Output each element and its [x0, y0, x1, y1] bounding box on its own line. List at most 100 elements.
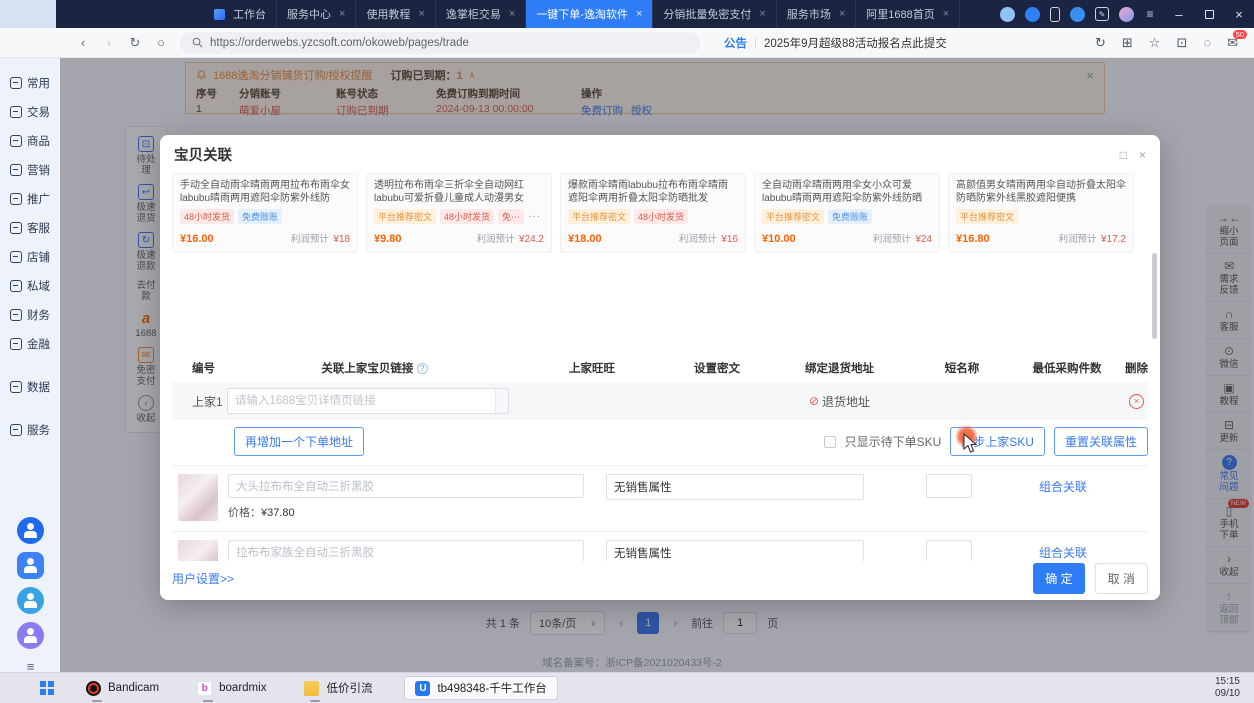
sidebar-item[interactable]: 店铺 — [0, 242, 60, 271]
sku-name-input[interactable] — [228, 474, 584, 498]
combo-association-link[interactable]: 组合关联 — [1039, 474, 1087, 531]
message-icon[interactable]: ✉50 — [1227, 35, 1238, 51]
tab-close-icon[interactable]: × — [418, 8, 424, 20]
minimize-button[interactable]: – — [1164, 0, 1194, 28]
delete-row-icon[interactable]: × — [1129, 394, 1144, 409]
product-card[interactable]: 全自动雨伞晴雨两用伞女小众可爱labubu晴雨两用遮阳伞防紫外线防晒 平台推荐密… — [754, 173, 940, 253]
sync-icon[interactable]: ↻ — [1095, 35, 1106, 51]
announcement[interactable]: 公告 2025年9月超级88活动报名点此提交 — [724, 35, 947, 51]
tab-close-icon[interactable]: × — [943, 8, 949, 20]
taskbar-app-label: Bandicam — [108, 682, 159, 694]
clock-icon[interactable]: ◌ — [1203, 35, 1211, 50]
supplier-link-input[interactable] — [228, 389, 495, 413]
back-icon[interactable]: ‹ — [70, 35, 96, 50]
add-address-button[interactable]: 再增加一个下单地址 — [234, 427, 364, 456]
tab-close-icon[interactable]: × — [759, 8, 765, 20]
browser-tab[interactable]: 逸掌柜交易 × — [436, 0, 526, 28]
sidebar-item[interactable]: 常用 — [0, 68, 60, 97]
confirm-button[interactable]: 确 定 — [1033, 563, 1084, 594]
filter-sku-checkbox[interactable] — [824, 436, 836, 448]
browser-tab[interactable]: 一键下单-逸淘软件 × — [526, 0, 653, 28]
combo-association-link[interactable]: 组合关联 — [1039, 540, 1087, 561]
notes-icon[interactable]: ✎ — [1095, 7, 1109, 21]
close-button[interactable]: × — [1224, 0, 1254, 28]
browser-tab[interactable]: 分销批量免密支付 × — [653, 0, 776, 28]
phone-icon[interactable] — [1050, 7, 1060, 22]
forward-icon[interactable]: › — [96, 35, 122, 50]
sku-attribute-input[interactable] — [606, 474, 864, 500]
sidebar-item[interactable]: 推广 — [0, 184, 60, 213]
product-tag: 免费赊账 — [238, 209, 282, 224]
paw-extension-icon[interactable] — [1000, 7, 1015, 22]
page-icon[interactable]: ⊡ — [1176, 35, 1187, 51]
browser-menu-icon[interactable]: ≡ — [1144, 7, 1156, 22]
taskbar-app[interactable]: Bandicam — [80, 678, 165, 699]
taskbar-app[interactable]: b boardmix — [191, 678, 272, 699]
sidebar-item[interactable]: 私域 — [0, 271, 60, 300]
url-text: https://orderwebs.yzcsoft.com/okoweb/pag… — [210, 37, 469, 49]
product-card[interactable]: 高颜值男女晴雨两用伞自动折叠太阳伞防晒防紫外线黑胶遮阳便携 平台推荐密文 ¥16… — [948, 173, 1134, 253]
sidebar-item[interactable]: 财务 — [0, 300, 60, 329]
product-tags: 平台推荐密文 — [956, 209, 1126, 224]
product-card[interactable]: 爆款雨伞晴雨labubu拉布布雨伞晴雨遮阳伞两用折叠太阳伞防晒批发 平台推荐密文… — [560, 173, 746, 253]
sku-attribute-input[interactable] — [606, 540, 864, 561]
browser-tab[interactable]: 工作台 × — [204, 0, 277, 28]
sku-quantity-input[interactable] — [926, 474, 972, 498]
funding-icon — [10, 338, 22, 350]
clock-time: 15:15 — [1215, 676, 1240, 688]
taskbar-app[interactable]: 低价引流 — [298, 677, 378, 699]
browser-tab[interactable]: 使用教程 × — [356, 0, 435, 28]
tab-close-icon[interactable]: × — [339, 8, 345, 20]
sidebar-menu-icon[interactable]: ≡ — [27, 659, 35, 674]
windows-start-icon[interactable] — [40, 681, 54, 695]
tab-close-icon[interactable]: × — [636, 8, 642, 20]
telegram-dock-icon[interactable] — [17, 587, 44, 614]
user-settings-link[interactable]: 用户设置>> — [172, 570, 234, 587]
sidebar-item[interactable]: 交易 — [0, 97, 60, 126]
tab-close-icon[interactable]: × — [839, 8, 845, 20]
profit-estimate: 利润预计 ¥24 — [873, 229, 932, 247]
modal-title: 宝贝关联 — [174, 144, 232, 165]
sku-name-input[interactable] — [228, 540, 584, 561]
address-bar[interactable]: https://orderwebs.yzcsoft.com/okoweb/pag… — [180, 32, 700, 54]
sidebar-item[interactable]: 客服 — [0, 213, 60, 242]
profile-avatar[interactable] — [1119, 7, 1134, 22]
product-card[interactable]: 透明拉布布雨伞三折伞全自动网红labubu可爱折叠儿童成人动漫男女 平台推荐密文… — [366, 173, 552, 253]
modal-maximize-icon[interactable]: □ — [1120, 148, 1127, 162]
app-sidebar: 常用 交易 商品 营销 推广 — [0, 58, 60, 672]
help-icon[interactable]: ? — [417, 363, 428, 374]
history-icon[interactable]: ○ — [148, 35, 174, 50]
qianniu-dock-icon[interactable] — [17, 517, 44, 544]
more-tags-ellipsis[interactable]: ··· — [528, 211, 541, 222]
product-card[interactable]: 手动全自动雨伞晴雨两用拉布布雨伞女labubu晴雨两用遮阳伞防紫外线防 48小时… — [172, 173, 358, 253]
filter-sku-label[interactable]: 只显示待下单SKU — [845, 433, 942, 450]
sidebar-item[interactable]: 数据 — [0, 372, 60, 401]
sidebar-item[interactable]: 营销 — [0, 155, 60, 184]
assistant-icon[interactable] — [1070, 7, 1085, 22]
cancel-button[interactable]: 取 消 — [1095, 563, 1148, 594]
sidebar-item[interactable]: 服务 — [0, 415, 60, 444]
browser-tab[interactable]: 服务市场 × — [777, 0, 856, 28]
taskbar-app[interactable]: U tb498348-千牛工作台 — [404, 676, 557, 700]
return-address-cell[interactable]: ⊘ 退货地址 — [772, 393, 907, 410]
sku-quantity-input[interactable] — [926, 540, 972, 561]
sidebar-item[interactable]: 商品 — [0, 126, 60, 155]
link-input-addon[interactable] — [495, 389, 508, 413]
modal-close-icon[interactable]: × — [1139, 148, 1146, 162]
maximize-button[interactable] — [1194, 0, 1224, 28]
contact-dock-icon[interactable] — [17, 622, 44, 649]
browser-navbar: ‹ › ↻ ○ https://orderwebs.yzcsoft.com/ok… — [0, 28, 1254, 58]
shop-app-dock-icon[interactable] — [17, 552, 44, 579]
workbench-icon — [214, 9, 225, 20]
browser-tab[interactable]: 阿里1688首页 × — [856, 0, 960, 28]
plugin-icon[interactable] — [1025, 7, 1040, 22]
browser-tab[interactable]: 服务中心 × — [277, 0, 356, 28]
tab-close-icon[interactable]: × — [509, 8, 515, 20]
copy-icon[interactable]: ⊞ — [1122, 35, 1133, 51]
favorite-star-icon[interactable]: ☆ — [1149, 35, 1161, 51]
reset-attributes-button[interactable]: 重置关联属性 — [1054, 427, 1148, 456]
taskbar-clock[interactable]: 15:15 09/10 — [1215, 676, 1240, 700]
refresh-icon[interactable]: ↻ — [122, 35, 148, 51]
modal-scrollbar[interactable] — [1152, 253, 1157, 339]
sidebar-item[interactable]: 金融 — [0, 329, 60, 358]
